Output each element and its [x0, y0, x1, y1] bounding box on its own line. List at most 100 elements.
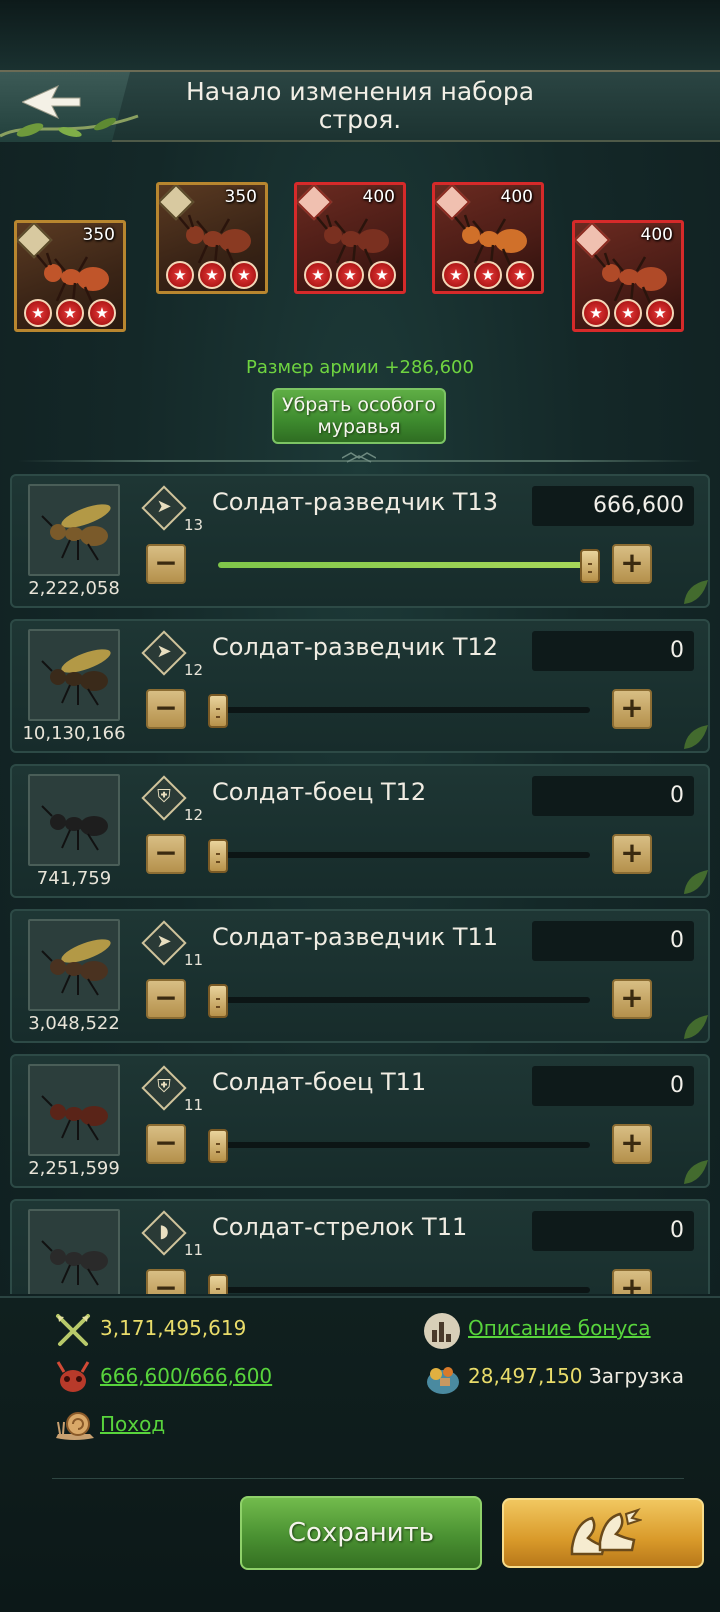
load-label: Загрузка	[588, 1364, 684, 1388]
star-rating: ★ ★ ★	[435, 261, 541, 289]
troop-row: 2,222,058 ➤ 13 Солдат-разведчик T13 666,600 −…	[10, 474, 710, 608]
capacity-link[interactable]: 666,600/666,600	[100, 1364, 272, 1388]
troop-slider[interactable]	[208, 1129, 590, 1163]
slider-handle[interactable]	[208, 1129, 228, 1163]
page-title: Начало изменения набора строя.	[185, 77, 535, 134]
increase-button[interactable]: +	[612, 1269, 652, 1294]
scout-icon: ➤	[156, 641, 172, 662]
troop-tier: 13	[184, 516, 204, 534]
special-ant-card[interactable]: 400 ★ ★ ★	[294, 182, 406, 294]
remove-special-ant-button[interactable]: Убрать особого муравья	[272, 388, 446, 444]
march-button[interactable]	[502, 1498, 704, 1568]
star-icon: ★	[474, 261, 502, 289]
snail-icon	[56, 1412, 94, 1440]
bonus-description-link[interactable]: Описание бонуса	[468, 1316, 651, 1340]
decrease-button[interactable]: −	[146, 689, 186, 729]
load-text: 28,497,150 Загрузка	[468, 1364, 684, 1388]
army-size-text: Размер армии +286,600	[246, 357, 474, 378]
troop-slider[interactable]	[208, 984, 590, 1018]
troop-quantity-input[interactable]: 0	[532, 776, 694, 816]
troop-slider[interactable]	[218, 549, 600, 583]
troop-name: Солдат-боец T11	[212, 1068, 427, 1096]
slider-handle[interactable]	[208, 839, 228, 873]
decrease-button[interactable]: −	[146, 979, 186, 1019]
troop-tier: 11	[184, 951, 204, 969]
troop-portrait[interactable]	[28, 919, 120, 1011]
scout-icon: ➤	[156, 496, 172, 517]
increase-button[interactable]: +	[612, 979, 652, 1019]
slider-handle[interactable]	[208, 1274, 228, 1294]
troop-portrait[interactable]	[28, 774, 120, 866]
troop-quantity-input[interactable]: 0	[532, 631, 694, 671]
star-icon: ★	[88, 299, 116, 327]
vine-decoration	[0, 114, 139, 138]
slider-handle[interactable]	[580, 549, 600, 583]
troop-slider[interactable]	[208, 839, 590, 873]
ant-portrait-icon	[41, 1095, 108, 1141]
star-icon: ★	[336, 261, 364, 289]
special-ant-card[interactable]: 400 ★ ★ ★	[572, 220, 684, 332]
ant-head-icon	[56, 1361, 90, 1392]
load-value: 28,497,150	[468, 1364, 583, 1388]
troop-quantity-input[interactable]: 666,600	[532, 486, 694, 526]
ant-portrait-icon	[41, 1240, 108, 1286]
decrease-button[interactable]: −	[146, 544, 186, 584]
special-ant-power: 400	[640, 225, 673, 245]
troop-portrait[interactable]	[28, 1064, 120, 1156]
star-rating: ★ ★ ★	[159, 261, 265, 289]
slider-handle[interactable]	[208, 694, 228, 728]
crossed-swords-icon	[56, 1314, 90, 1346]
slider-handle[interactable]	[208, 984, 228, 1018]
star-icon: ★	[646, 299, 674, 327]
ant-portrait-icon	[41, 504, 111, 561]
star-rating: ★ ★ ★	[17, 299, 123, 327]
increase-button[interactable]: +	[612, 544, 652, 584]
troop-tier: 11	[184, 1096, 204, 1114]
troop-row: ◗ 11 Солдат-стрелок T11 0 − +	[10, 1199, 710, 1294]
leaf-icon	[684, 870, 708, 894]
troop-quantity-input[interactable]: 0	[532, 921, 694, 961]
shield-icon: ⛨	[157, 1076, 171, 1097]
troop-list[interactable]: 2,222,058 ➤ 13 Солдат-разведчик T13 666,600 −…	[10, 474, 710, 1294]
increase-button[interactable]: +	[612, 689, 652, 729]
star-icon: ★	[24, 299, 52, 327]
shield-icon: ⛨	[157, 786, 171, 807]
troop-row: 3,048,522 ➤ 11 Солдат-разведчик T11 0 − +	[10, 909, 710, 1043]
troop-count: 741,759	[36, 868, 112, 889]
special-ant-card[interactable]: 350 ★ ★ ★	[14, 220, 126, 332]
troop-portrait[interactable]	[28, 629, 120, 721]
troop-row: 2,251,599 ⛨ 11 Солдат-боец T11 0 − +	[10, 1054, 710, 1188]
save-button[interactable]: Сохранить	[240, 1496, 482, 1570]
march-link[interactable]: Поход	[100, 1412, 165, 1436]
increase-button[interactable]: +	[612, 1124, 652, 1164]
panel-divider	[52, 1478, 684, 1479]
bottom-panel: 3,171,495,619 666,600/666,600 Поход Опис…	[0, 1296, 720, 1612]
star-icon: ★	[582, 299, 610, 327]
slider-fill	[218, 562, 590, 568]
special-ant-power: 400	[500, 187, 533, 207]
increase-button[interactable]: +	[612, 834, 652, 874]
troop-slider[interactable]	[208, 694, 590, 728]
troop-portrait[interactable]	[28, 484, 120, 576]
decrease-button[interactable]: −	[146, 1124, 186, 1164]
troop-tier: 11	[184, 1241, 204, 1259]
troop-name: Солдат-разведчик T13	[212, 488, 499, 516]
special-ant-card[interactable]: 350 ★ ★ ★	[156, 182, 268, 294]
decrease-button[interactable]: −	[146, 834, 186, 874]
star-icon: ★	[304, 261, 332, 289]
ant-portrait-icon	[41, 649, 111, 706]
troop-quantity-input[interactable]: 0	[532, 1066, 694, 1106]
troop-count: 10,130,166	[22, 723, 126, 744]
troop-row: 10,130,166 ➤ 12 Солдат-разведчик T12 0 − +	[10, 619, 710, 753]
star-rating: ★ ★ ★	[575, 299, 681, 327]
star-icon: ★	[166, 261, 194, 289]
troop-portrait[interactable]	[28, 1209, 120, 1294]
troop-quantity-input[interactable]: 0	[532, 1211, 694, 1251]
ant-portrait-icon	[41, 939, 111, 996]
troop-name: Солдат-боец T12	[212, 778, 427, 806]
troop-slider[interactable]	[208, 1274, 590, 1294]
special-ant-card[interactable]: 400 ★ ★ ★	[432, 182, 544, 294]
leaf-icon	[684, 1015, 708, 1039]
star-icon: ★	[442, 261, 470, 289]
decrease-button[interactable]: −	[146, 1269, 186, 1294]
